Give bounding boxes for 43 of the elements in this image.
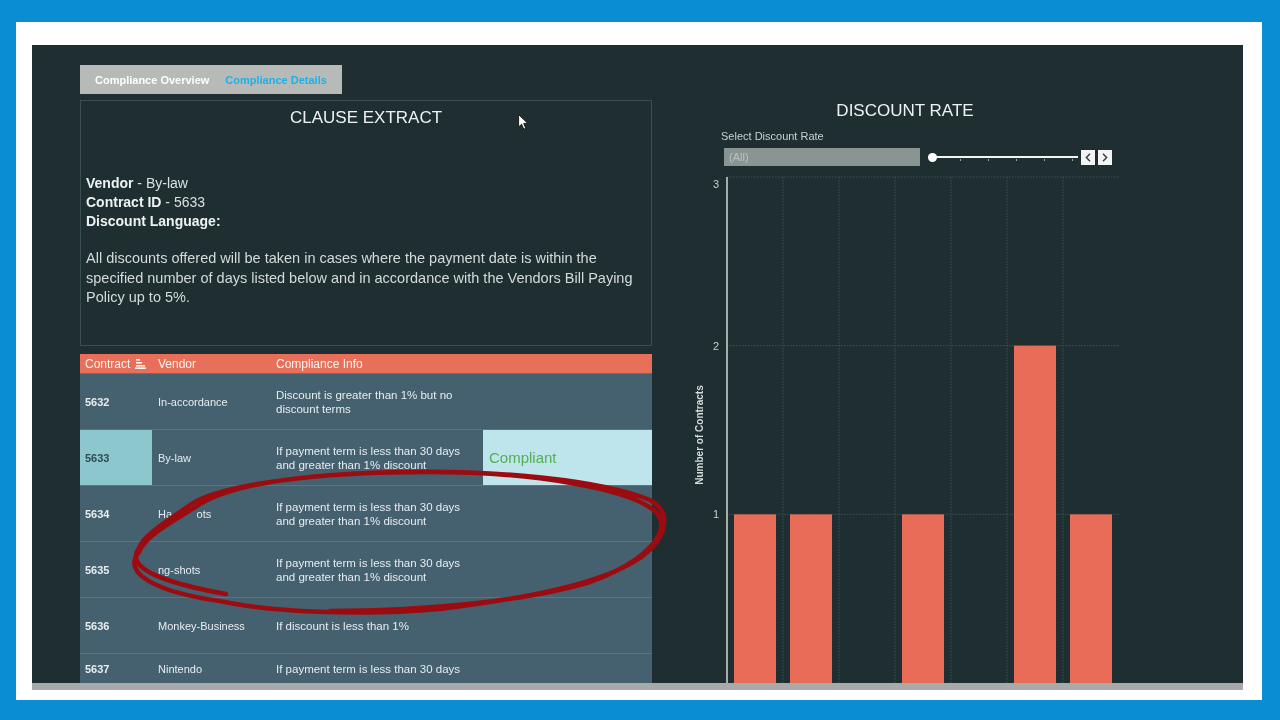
contract-id: 5637 bbox=[85, 662, 110, 675]
table-row[interactable]: 5637 Nintendo If payment term is less than 30 days bbox=[80, 653, 652, 683]
horizontal-scrollbar[interactable] bbox=[32, 683, 1243, 690]
table-row[interactable]: 5636 Monkey-Business If discount is less than 1% bbox=[80, 597, 652, 653]
vendor-name: By-law bbox=[158, 451, 191, 464]
contract-id: 5632 bbox=[85, 395, 110, 408]
sort-icon[interactable] bbox=[135, 358, 147, 369]
slider-thumb[interactable] bbox=[928, 152, 937, 162]
compliance-info: If payment term is less than 30 days bbox=[276, 661, 461, 676]
previous-button[interactable] bbox=[1081, 149, 1095, 165]
contract-id: 5634 bbox=[85, 507, 110, 520]
y-tick-label: 1 bbox=[712, 508, 719, 521]
cursor-icon bbox=[518, 114, 529, 130]
detail-line: Contract ID - 5633 bbox=[86, 193, 207, 212]
contract-id: 5635 bbox=[85, 563, 110, 576]
filter-label: Select Discount Rate bbox=[721, 130, 824, 143]
vendor-name: ng-shots bbox=[158, 563, 201, 576]
compliance-info: If payment term is less than 30 days and greater than 1% discount bbox=[276, 555, 462, 584]
contract-id: 5633 bbox=[85, 451, 110, 464]
slider-track[interactable] bbox=[928, 151, 1078, 163]
compliance-info: Discount is greater than 1% but no discount terms bbox=[276, 387, 454, 416]
field-label: Discount Language: bbox=[86, 212, 222, 231]
detail-line: Vendor - By-law bbox=[86, 174, 189, 193]
vendor-name: Monkey-Business bbox=[158, 619, 245, 632]
y-axis-title: Number of Contracts bbox=[694, 385, 705, 485]
compliance-info: If payment term is less than 30 days and greater than 1% discount bbox=[276, 443, 462, 472]
chart-title: DISCOUNT RATE bbox=[836, 100, 974, 122]
status-label: Compliant bbox=[489, 449, 557, 466]
contract-id: 5636 bbox=[85, 619, 110, 632]
vendor-name: Nintendo bbox=[158, 662, 203, 675]
vendor-name: In-accordance bbox=[158, 395, 228, 408]
panel-title: CLAUSE EXTRACT bbox=[289, 107, 443, 129]
y-tick-label: 3 bbox=[712, 178, 719, 190]
table-row[interactable]: 5635 ng-shots If payment term is less than 30 days and greater than 1% discount bbox=[80, 541, 652, 597]
table-row[interactable]: 5632 In-accordance Discount is greater than 1% but no discount terms bbox=[80, 373, 652, 429]
chevron-right-icon bbox=[1102, 152, 1108, 162]
compliance-info: If payment term is less than 30 days and greater than 1% discount bbox=[276, 499, 462, 528]
next-button[interactable] bbox=[1098, 149, 1112, 165]
table-row[interactable]: 5633 By-law If payment term is less than 30 days and greater than 1% discount Compliant bbox=[80, 429, 652, 485]
clause-text: All discounts offered will be taken in cases where the payment date is within the specified number of days listed below and in accordance with the Vendors Bill Paying Policy up to 5%. bbox=[86, 249, 634, 307]
compliance-info: If discount is less than 1% bbox=[276, 618, 409, 633]
chevron-left-icon bbox=[1085, 152, 1091, 162]
y-tick-label: 2 bbox=[712, 339, 719, 352]
